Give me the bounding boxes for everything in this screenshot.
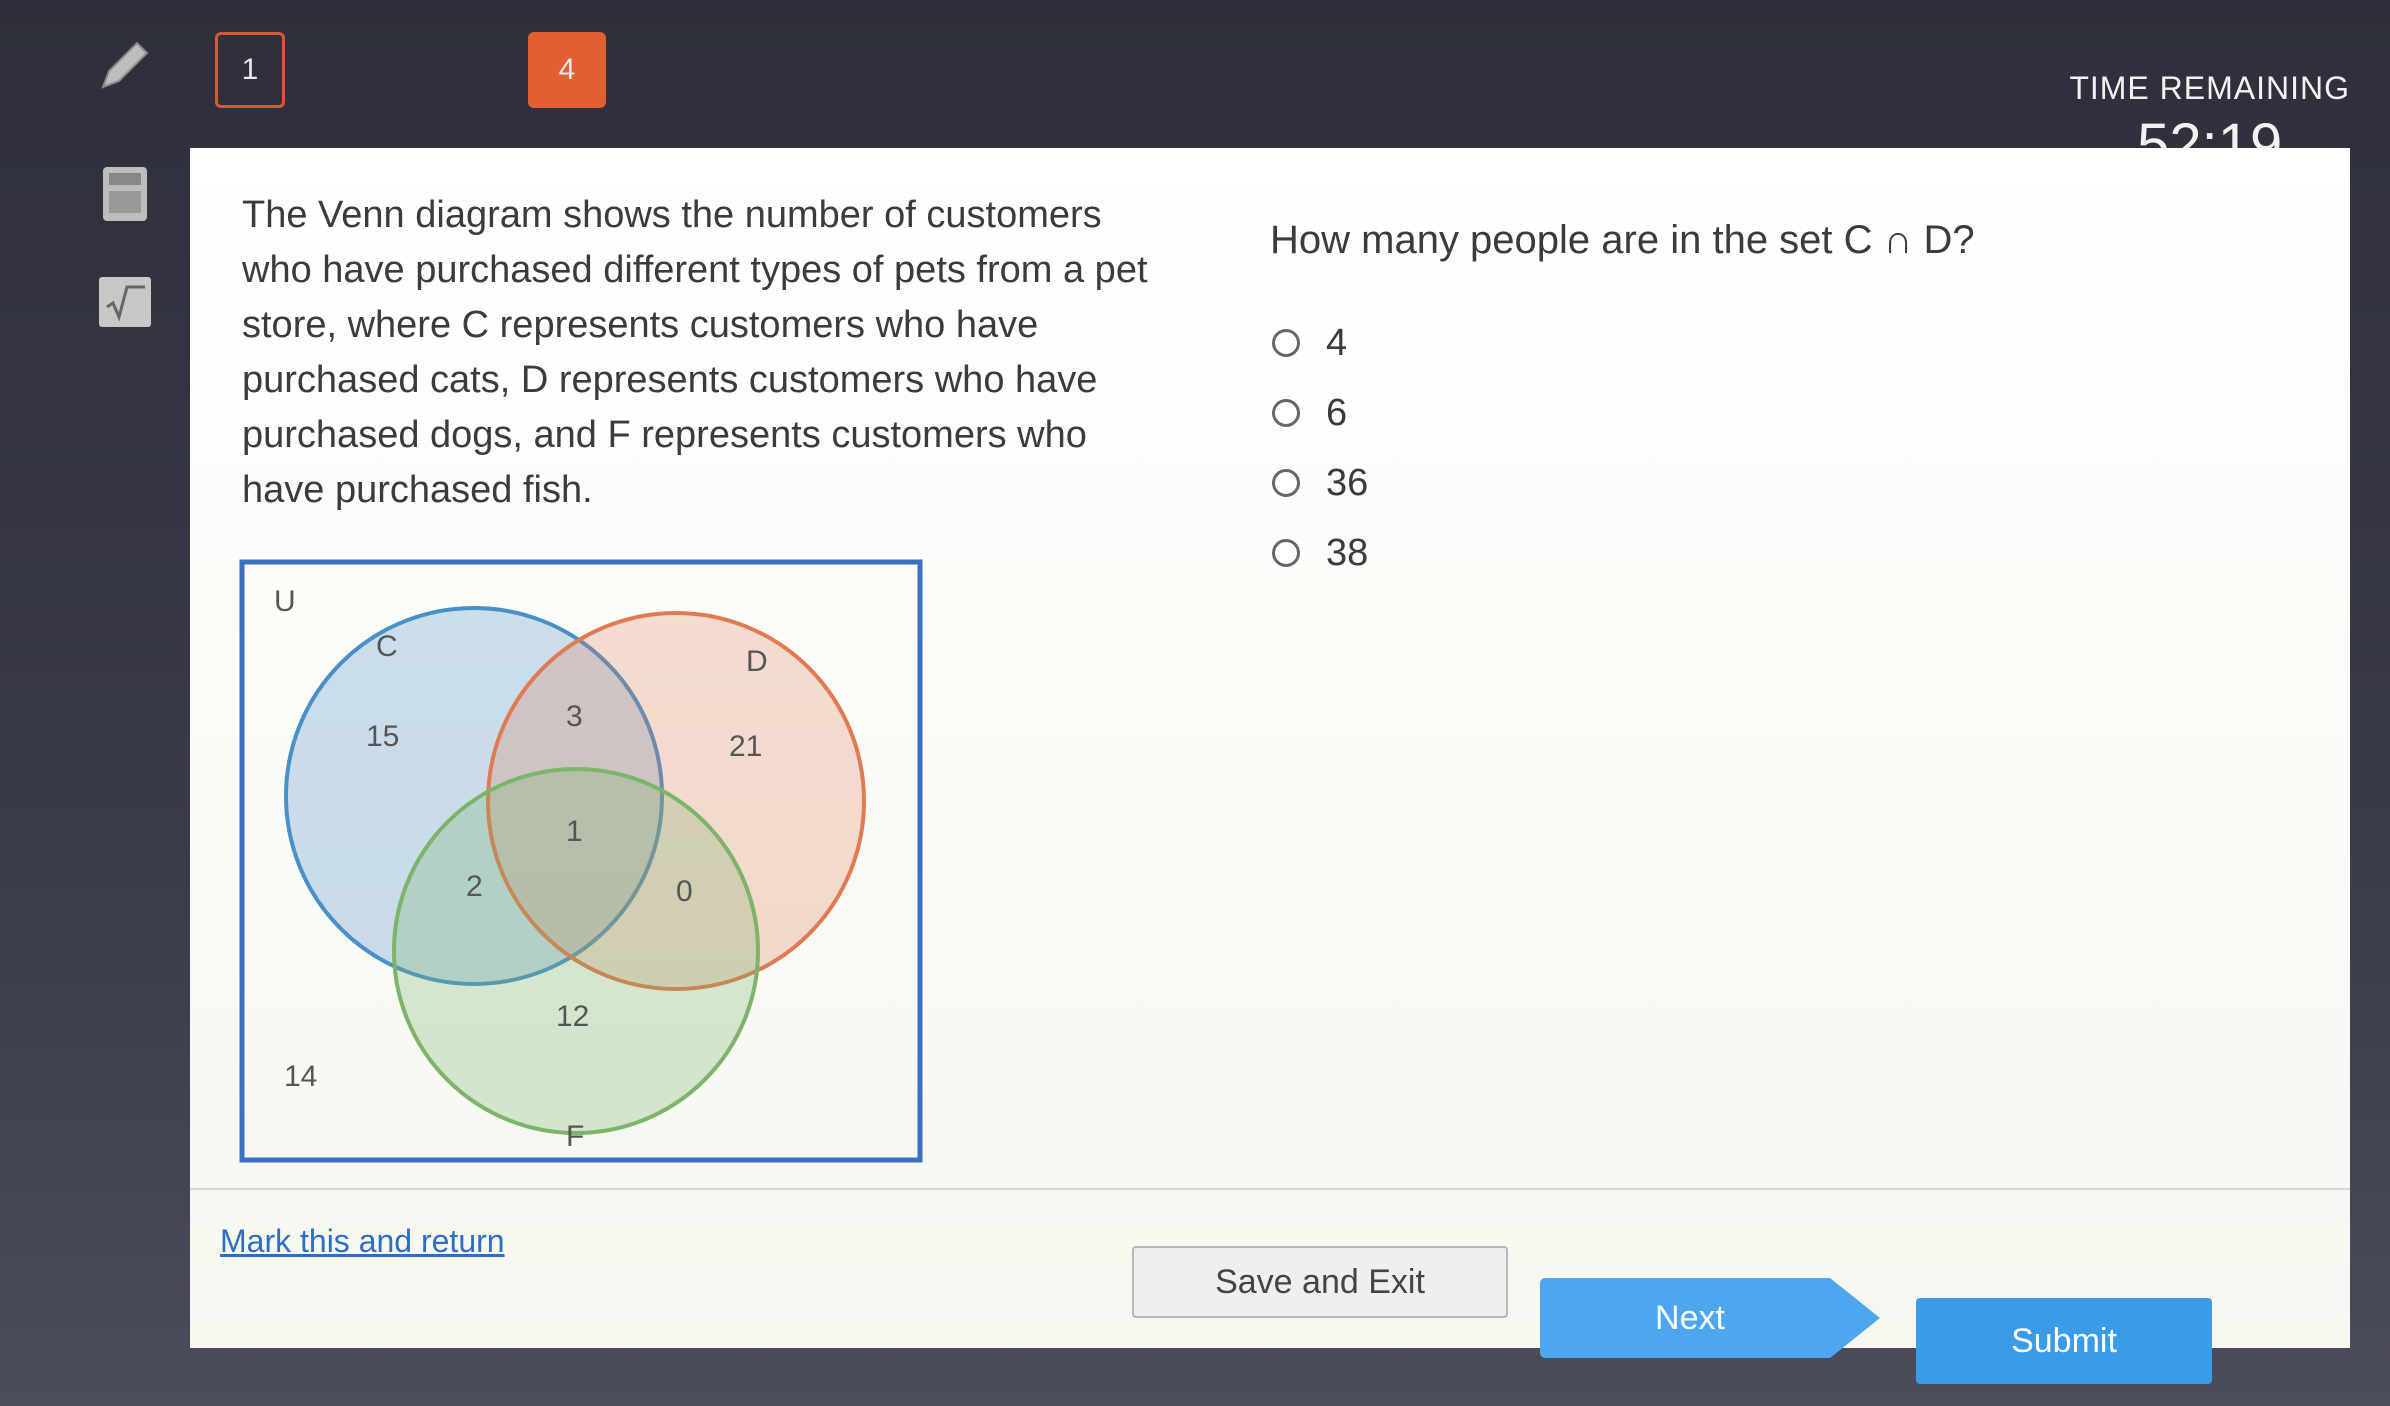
set-c-label: C: [376, 630, 398, 663]
radio-button[interactable]: [1272, 399, 1300, 427]
mark-and-return-link[interactable]: Mark this and return: [220, 1223, 505, 1260]
answer-options: 4 6 36 38: [1272, 308, 1368, 588]
option-c[interactable]: 36: [1272, 448, 1368, 518]
next-button[interactable]: Next: [1540, 1278, 1880, 1358]
region-c-d-f: 1: [566, 815, 583, 848]
region-c-only: 15: [366, 720, 399, 753]
region-outside: 14: [284, 1060, 317, 1093]
region-f-only: 12: [556, 1000, 589, 1033]
option-a[interactable]: 4: [1272, 308, 1368, 378]
question-tab-1[interactable]: 1: [215, 32, 285, 108]
universe-label: U: [274, 585, 296, 618]
option-label: 36: [1326, 461, 1369, 504]
venn-diagram: U C D F 15 21 3 1 2 0 12 14: [239, 559, 923, 1163]
formula-sheet-icon[interactable]: [90, 266, 160, 336]
radio-button[interactable]: [1272, 539, 1300, 567]
option-label: 6: [1326, 391, 1348, 434]
question-panel: The Venn diagram shows the number of cus…: [190, 148, 2350, 1384]
timer-label: TIME REMAINING: [2069, 70, 2350, 106]
radio-button[interactable]: [1272, 469, 1300, 497]
option-b[interactable]: 6: [1272, 378, 1368, 448]
region-d-only: 21: [729, 730, 762, 763]
region-c-and-d: 3: [566, 700, 583, 733]
set-f-label: F: [566, 1120, 584, 1153]
footer-divider: [190, 1188, 2350, 1190]
question-text: How many people are in the set C ∩ D?: [1270, 218, 1975, 262]
option-label: 38: [1326, 531, 1369, 574]
set-d-label: D: [746, 645, 768, 678]
calculator-icon[interactable]: [90, 158, 160, 228]
option-d[interactable]: 38: [1272, 518, 1368, 588]
pencil-icon[interactable]: [90, 30, 160, 100]
save-and-exit-button[interactable]: Save and Exit: [1132, 1246, 1508, 1318]
next-label: Next: [1655, 1298, 1725, 1337]
region-d-and-f: 0: [676, 875, 693, 908]
submit-button[interactable]: Submit: [1916, 1298, 2212, 1384]
question-tab-current[interactable]: 4: [528, 32, 606, 108]
option-label: 4: [1326, 321, 1348, 364]
radio-button[interactable]: [1272, 329, 1300, 357]
region-c-and-f: 2: [466, 870, 483, 903]
question-prompt: The Venn diagram shows the number of cus…: [242, 194, 1148, 511]
